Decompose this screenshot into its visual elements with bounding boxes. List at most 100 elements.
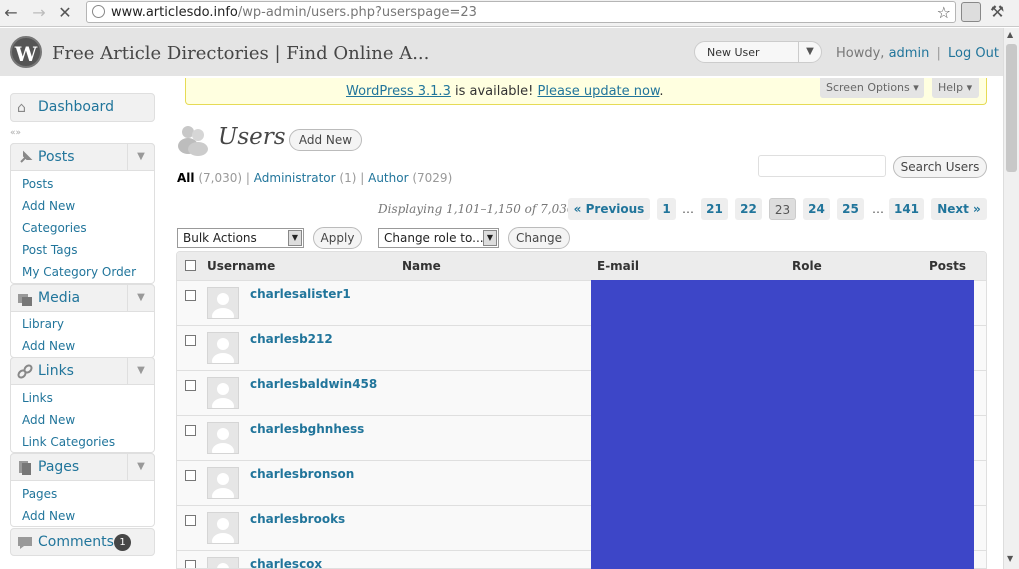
favorite-actions-dropdown[interactable]: New User ▼	[694, 41, 822, 63]
help-label[interactable]: Help	[938, 81, 963, 94]
back-icon[interactable]: ←	[2, 4, 20, 22]
pagination-page-1[interactable]: 1	[657, 198, 676, 220]
links-toggle-icon[interactable]: ▼	[127, 358, 154, 384]
filter-author[interactable]: Author	[368, 171, 408, 185]
pagination-next[interactable]: Next »	[931, 198, 987, 220]
username-link[interactable]: charlesbrooks	[250, 512, 345, 526]
row-checkbox[interactable]	[185, 560, 196, 568]
filter-administrator[interactable]: Administrator	[254, 171, 336, 185]
menu-links-head[interactable]: Links ▼	[10, 357, 155, 385]
username-link[interactable]: charlescox	[250, 557, 322, 568]
username-link[interactable]: charlesbaldwin458	[250, 377, 377, 391]
row-checkbox[interactable]	[185, 425, 196, 436]
scrollbar-thumb[interactable]	[1006, 44, 1017, 172]
pages-toggle-icon[interactable]: ▼	[127, 454, 154, 480]
row-checkbox[interactable]	[185, 470, 196, 481]
column-email[interactable]: E-mail	[597, 259, 639, 273]
pagination-page-25[interactable]: 25	[837, 198, 864, 220]
menu-posts-head[interactable]: Posts ▼	[10, 143, 155, 171]
search-users-button[interactable]: Search Users	[893, 156, 987, 178]
wordpress-logo-icon[interactable]: W	[10, 36, 42, 68]
stop-icon[interactable]: ✕	[56, 4, 74, 22]
menu-pages-head[interactable]: Pages ▼	[10, 453, 155, 481]
column-name[interactable]: Name	[402, 259, 441, 273]
bulk-actions-value[interactable]: Bulk Actions	[183, 231, 257, 245]
update-now-link[interactable]: Please update now	[538, 84, 660, 99]
menu-comments[interactable]: Comments 1	[10, 528, 155, 556]
filter-all[interactable]: All	[177, 171, 195, 185]
search-users-input[interactable]	[758, 155, 886, 177]
pagination-page-141[interactable]: 141	[889, 198, 924, 220]
row-checkbox[interactable]	[185, 515, 196, 526]
scroll-down-icon[interactable]: ▼	[1007, 554, 1013, 563]
scroll-up-icon[interactable]: ▲	[1007, 30, 1013, 39]
avatar	[207, 287, 239, 319]
favorite-action-label[interactable]: New User	[707, 46, 760, 59]
posts-menu-label[interactable]: Posts	[38, 149, 75, 165]
posts-toggle-icon[interactable]: ▼	[127, 144, 154, 170]
submenu-add-new-link[interactable]: Add New	[22, 413, 75, 427]
screen-options-label[interactable]: Screen Options	[826, 81, 910, 94]
row-checkbox[interactable]	[185, 335, 196, 346]
vertical-scrollbar[interactable]: ▲ ▼	[1003, 28, 1019, 569]
row-checkbox[interactable]	[185, 290, 196, 301]
links-menu-label[interactable]: Links	[38, 363, 74, 379]
change-role-button[interactable]: Change	[508, 227, 570, 249]
submenu-my-category-order[interactable]: My Category Order	[22, 265, 136, 279]
submenu-add-new-media[interactable]: Add New	[22, 339, 75, 353]
column-role: Role	[792, 259, 822, 273]
submenu-links[interactable]: Links	[22, 391, 53, 405]
change-role-value[interactable]: Change role to...	[384, 231, 484, 245]
pagination-ellipsis: …	[682, 202, 694, 216]
submenu-post-tags[interactable]: Post Tags	[22, 243, 78, 257]
column-username[interactable]: Username	[207, 259, 275, 273]
wrench-icon[interactable]: ⚒	[990, 2, 1004, 21]
username-link[interactable]: charlesalister1	[250, 287, 351, 301]
apply-button[interactable]: Apply	[313, 227, 362, 249]
comments-label[interactable]: Comments	[38, 534, 114, 550]
select-all-checkbox[interactable]	[185, 260, 196, 271]
table-header: Username Name E-mail Role Posts	[177, 252, 986, 281]
chevron-down-icon[interactable]: ▼	[288, 230, 302, 246]
url-path: /wp-admin/users.php?userspage=23	[237, 5, 477, 20]
logout-link[interactable]: Log Out	[948, 46, 999, 61]
media-menu-label[interactable]: Media	[38, 290, 80, 306]
add-new-user-button[interactable]: Add New	[289, 129, 362, 151]
column-posts: Posts	[929, 259, 967, 273]
browser-toolbar: ← → ✕ www.articlesdo.info/wp-admin/users…	[0, 0, 1019, 27]
chevron-down-icon[interactable]: ▼	[798, 42, 821, 62]
address-bar[interactable]: www.articlesdo.info/wp-admin/users.php?u…	[86, 1, 956, 23]
collapse-menu-icon[interactable]: «»	[10, 128, 21, 138]
pagination-page-21[interactable]: 21	[701, 198, 728, 220]
pages-menu-label[interactable]: Pages	[38, 459, 79, 475]
dashboard-label[interactable]: Dashboard	[38, 99, 114, 115]
username-link[interactable]: charlesbronson	[250, 467, 354, 481]
site-title[interactable]: Free Article Directories | Find Online A…	[52, 43, 429, 64]
help-tab[interactable]: Help ▾	[932, 78, 979, 98]
profile-link[interactable]: admin	[889, 46, 930, 61]
bookmark-star-icon[interactable]: ☆	[937, 3, 951, 22]
pagination-page-24[interactable]: 24	[803, 198, 830, 220]
submenu-pages[interactable]: Pages	[22, 487, 57, 501]
menu-media-head[interactable]: Media ▼	[10, 284, 155, 312]
change-role-select[interactable]: Change role to... ▼	[378, 228, 499, 248]
submenu-add-new-page[interactable]: Add New	[22, 509, 75, 523]
username-link[interactable]: charlesbghnhess	[250, 422, 364, 436]
version-link[interactable]: WordPress 3.1.3	[346, 84, 451, 99]
submenu-link-categories[interactable]: Link Categories	[22, 435, 115, 449]
submenu-posts[interactable]: Posts	[22, 177, 53, 191]
pagination-page-22[interactable]: 22	[735, 198, 762, 220]
submenu-categories[interactable]: Categories	[22, 221, 87, 235]
username-link[interactable]: charlesb212	[250, 332, 333, 346]
row-checkbox[interactable]	[185, 380, 196, 391]
extension-shield-icon[interactable]	[961, 2, 981, 22]
menu-dashboard[interactable]: ⌂ Dashboard	[10, 93, 155, 122]
chevron-down-icon[interactable]: ▼	[483, 230, 497, 246]
submenu-library[interactable]: Library	[22, 317, 64, 331]
bulk-actions-select[interactable]: Bulk Actions ▼	[177, 228, 304, 248]
forward-icon[interactable]: →	[30, 4, 48, 22]
submenu-add-new-post[interactable]: Add New	[22, 199, 75, 213]
screen-options-tab[interactable]: Screen Options ▾	[820, 78, 924, 98]
media-toggle-icon[interactable]: ▼	[127, 285, 154, 311]
pagination-previous[interactable]: « Previous	[568, 198, 650, 220]
